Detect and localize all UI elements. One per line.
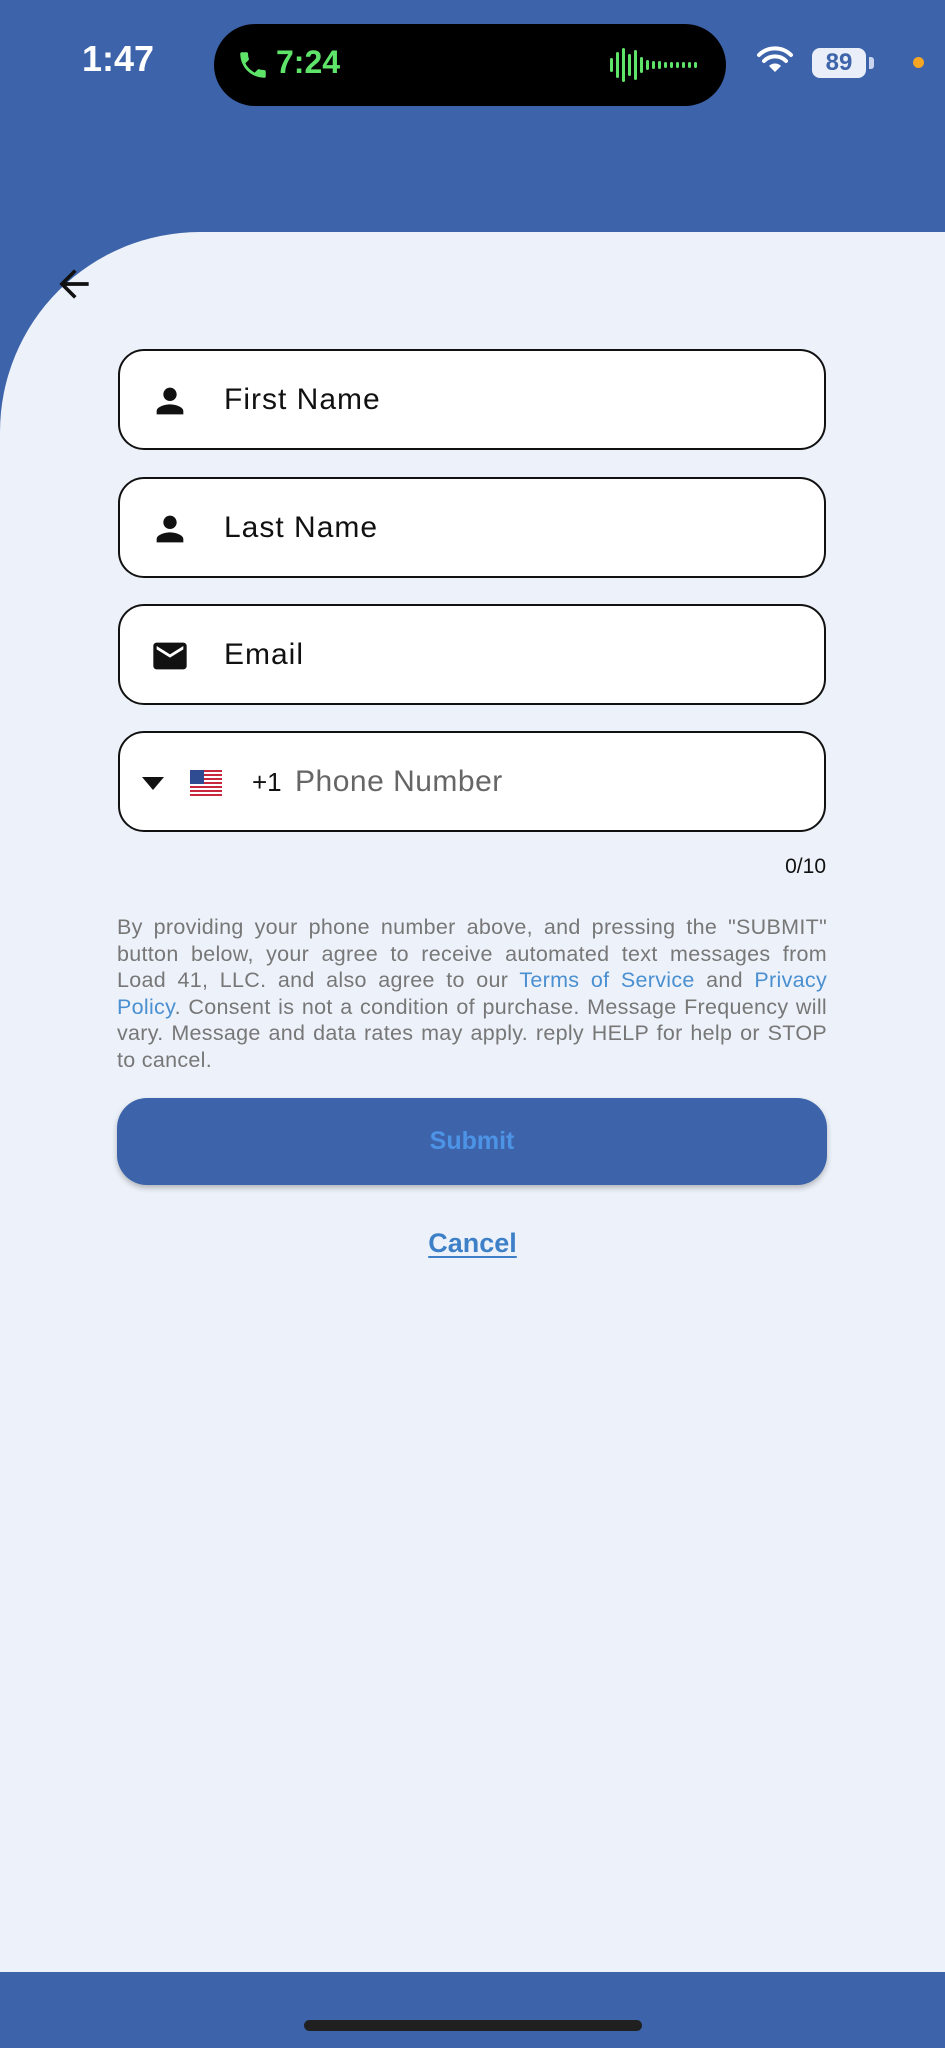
submit-button[interactable]: Submit xyxy=(117,1098,827,1185)
home-indicator[interactable] xyxy=(304,2020,642,2031)
dropdown-arrow-icon[interactable] xyxy=(142,777,164,791)
status-time: 1:47 xyxy=(82,38,155,79)
phone-number-placeholder: Phone Number xyxy=(295,765,503,798)
phone-call-icon xyxy=(240,52,266,78)
bottom-bar xyxy=(0,1972,945,2048)
privacy-indicator-dot xyxy=(913,57,924,68)
first-name-field[interactable]: First Name xyxy=(118,349,826,450)
consent-text-part3: . Consent is not a condition of purchase… xyxy=(117,994,827,1072)
person-icon xyxy=(156,515,184,543)
consent-text: By providing your phone number above, an… xyxy=(117,914,827,1073)
email-label: Email xyxy=(224,638,305,671)
cancel-row: Cancel xyxy=(0,1228,945,1259)
call-duration: 7:24 xyxy=(276,44,341,80)
first-name-label: First Name xyxy=(224,383,381,416)
email-field[interactable]: Email xyxy=(118,604,826,705)
cancel-link[interactable]: Cancel xyxy=(428,1228,517,1258)
consent-text-part2: and xyxy=(694,968,755,992)
us-flag-icon[interactable] xyxy=(190,770,222,796)
battery-cap xyxy=(869,57,874,69)
audio-waveform-icon xyxy=(610,48,697,82)
battery-indicator: 89 xyxy=(812,48,866,78)
wifi-icon xyxy=(757,46,793,72)
dynamic-island[interactable]: 7:24 xyxy=(214,24,726,106)
mail-icon xyxy=(153,642,187,670)
back-arrow-icon[interactable] xyxy=(52,262,96,306)
last-name-label: Last Name xyxy=(224,511,379,544)
phone-char-counter: 0/10 xyxy=(785,855,826,878)
last-name-field[interactable]: Last Name xyxy=(118,477,826,578)
person-icon xyxy=(156,387,184,415)
country-dial-code: +1 xyxy=(252,767,282,797)
terms-of-service-link[interactable]: Terms of Service xyxy=(519,968,694,992)
phone-number-field[interactable]: +1 Phone Number xyxy=(118,731,826,832)
